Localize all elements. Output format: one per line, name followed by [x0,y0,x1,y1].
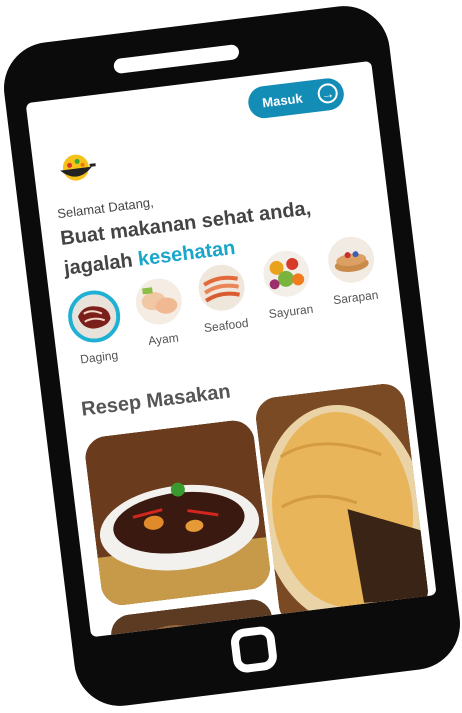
login-button[interactable]: Masuk → [246,76,346,121]
category-ayam[interactable]: Ayam [124,275,196,350]
category-daging[interactable]: Daging [59,287,132,368]
app-screen: Masuk → Selamat Datang, Buat makanan seh… [25,60,437,638]
recipe-card-2[interactable] [253,381,431,628]
recipe-image-2 [253,381,431,628]
category-sayuran[interactable]: Sayuran [252,247,324,322]
category-ayam-image [133,275,185,328]
arrow-right-icon: → [316,82,339,105]
category-daging-image [65,287,124,346]
category-seafood-label: Seafood [203,315,250,336]
stage: Masuk → Selamat Datang, Buat makanan seh… [0,0,462,713]
category-seafood[interactable]: Seafood [187,261,259,336]
category-sarapan-label: Sarapan [332,287,380,308]
recipe-image-1 [82,418,273,608]
headline-prefix: jagalah [62,248,140,280]
recipe-card-1[interactable] [82,418,273,608]
phone-speaker [112,43,240,75]
category-seafood-image [195,262,248,314]
category-sayuran-label: Sayuran [267,301,315,322]
phone-device: Masuk → Selamat Datang, Buat makanan seh… [0,0,462,712]
category-sarapan[interactable]: Sarapan [317,233,389,308]
wok-logo-icon [54,150,98,189]
login-label: Masuk [261,90,304,110]
home-button[interactable] [229,624,279,675]
category-sayuran-image [260,248,313,300]
category-sarapan-image [325,234,377,286]
category-ayam-label: Ayam [147,330,180,349]
recipes-title: Resep Masakan [80,380,232,421]
category-daging-label: Daging [79,347,119,367]
